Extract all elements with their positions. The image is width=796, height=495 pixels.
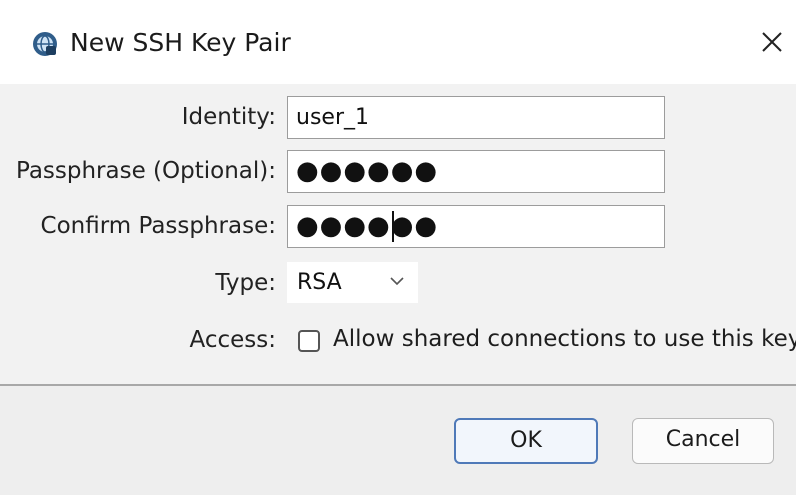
passphrase-mask: ●●●●●● (296, 156, 439, 186)
passphrase-label: Passphrase (Optional): (15, 158, 276, 184)
type-label: Type: (215, 270, 276, 296)
confirm-passphrase-label: Confirm Passphrase: (40, 213, 276, 239)
identity-value: user_1 (296, 105, 369, 130)
access-label: Access: (189, 327, 277, 353)
cancel-button[interactable]: Cancel (632, 418, 774, 464)
chevron-down-icon (390, 277, 404, 286)
allow-shared-connections-label[interactable]: Allow shared connections to use this key (333, 326, 796, 352)
title-bar[interactable]: New SSH Key Pair (0, 0, 796, 84)
new-ssh-key-pair-dialog: New SSH Key Pair Identity: user_1 Passph… (0, 0, 796, 495)
text-caret (392, 211, 394, 242)
passphrase-input[interactable]: ●●●●●● (287, 150, 665, 193)
type-select[interactable]: RSA (287, 262, 418, 303)
confirm-passphrase-mask: ●●●●●● (296, 211, 439, 241)
ssh-globe-icon (33, 32, 57, 56)
identity-input[interactable]: user_1 (287, 96, 665, 139)
ok-button[interactable]: OK (454, 418, 598, 464)
close-icon[interactable] (752, 22, 792, 62)
allow-shared-connections-checkbox[interactable] (298, 330, 320, 352)
identity-label: Identity: (181, 104, 276, 130)
dialog-title: New SSH Key Pair (70, 28, 291, 57)
confirm-passphrase-input[interactable]: ●●●●●● (287, 205, 665, 248)
type-selected-value: RSA (297, 270, 342, 295)
